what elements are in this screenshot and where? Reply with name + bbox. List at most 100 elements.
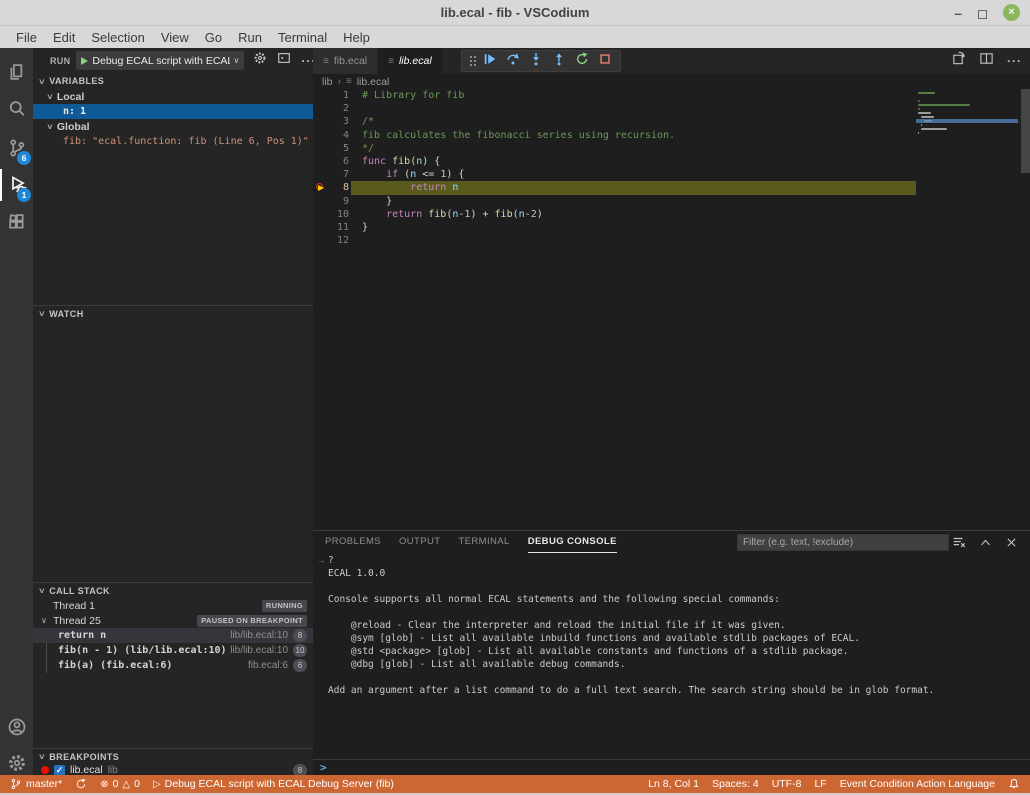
breadcrumb[interactable]: lib › ≡ lib.ecal [313,74,1030,89]
problems-status[interactable]: ⊗ 0 △ 0 [100,778,140,790]
start-debug-icon[interactable] [81,57,88,65]
variables-section-header[interactable]: ∨ VARIABLES [33,73,313,89]
console-line [313,581,1030,594]
gutter[interactable] [313,155,329,168]
split-editor-icon[interactable] [979,51,994,71]
menu-item-help[interactable]: Help [335,28,378,47]
gutter[interactable] [313,168,329,181]
callstack-frame[interactable]: fib(a) (fib.ecal:6)fib.ecal:66 [33,658,313,673]
restore-button[interactable] [978,10,987,19]
call-stack-section-header[interactable]: ∨ CALL STACK [33,582,313,598]
console-filter-input[interactable] [737,534,949,551]
source-control-icon[interactable]: 6 [0,132,33,164]
search-icon[interactable] [0,93,33,125]
gutter[interactable] [313,89,329,102]
scope-local[interactable]: ∨ Local [33,89,313,104]
callstack-thread[interactable]: Thread 1RUNNING [33,598,313,613]
cursor-position-status[interactable]: Ln 8, Col 1 [648,778,699,790]
breadcrumb-folder[interactable]: lib [322,76,333,88]
debug-console-icon[interactable] [277,51,291,70]
close-button[interactable]: × [1003,4,1020,21]
step-into-button[interactable] [529,52,543,71]
watch-section-header[interactable]: ∨ WATCH [33,305,313,321]
language-mode-status[interactable]: Event Condition Action Language [840,778,995,790]
accounts-icon[interactable] [0,711,33,743]
breakpoint-folder: lib [108,765,118,776]
menu-item-terminal[interactable]: Terminal [270,28,335,47]
continue-button[interactable] [483,52,497,71]
editor-tab-bar: ≡fib.ecal≡lib.ecal [313,48,1030,74]
panel-tab-terminal[interactable]: TERMINAL [458,531,509,553]
callstack-frame[interactable]: return nlib/lib.ecal:108 [33,628,313,643]
debug-session-status[interactable]: ▷ Debug ECAL script with ECAL Debug Serv… [153,778,394,790]
code-line[interactable]: 10 return fib(n-1) + fib(n-2) [313,208,1030,221]
launch-config-dropdown[interactable]: Debug ECAL script with ECAL D ∨ [76,51,244,70]
editor-scrollbar[interactable] [1021,89,1030,173]
tab-fib.ecal[interactable]: ≡fib.ecal [313,48,378,74]
code-line[interactable]: 5*/ [313,142,1030,155]
code-line[interactable]: 6func fib(n) { [313,155,1030,168]
panel-tab-debug-console[interactable]: DEBUG CONSOLE [528,531,617,553]
code-line[interactable]: 12 [313,234,1030,247]
variables-title: VARIABLES [49,76,104,86]
breakpoints-section-header[interactable]: ∨ BREAKPOINTS [33,748,313,764]
minimap[interactable] [918,92,1018,140]
callstack-frame[interactable]: fib(n - 1) (lib/lib.ecal:10)lib/lib.ecal… [33,643,313,658]
breadcrumb-file[interactable]: lib.ecal [357,76,390,88]
panel-tab-output[interactable]: OUTPUT [399,531,440,553]
code-line[interactable]: 8 return n [313,181,1030,194]
minimize-button[interactable]: – [954,5,962,21]
menu-item-run[interactable]: Run [230,28,270,47]
stop-button[interactable] [598,52,612,71]
gutter[interactable] [313,115,329,128]
gutter[interactable] [313,234,329,247]
restart-button[interactable] [575,52,589,71]
scope-global[interactable]: ∨ Global [33,119,313,134]
callstack-thread[interactable]: ∨Thread 25PAUSED ON BREAKPOINT [33,613,313,628]
thread-status-badge: RUNNING [262,600,307,612]
sync-status[interactable] [75,778,87,790]
gutter[interactable] [313,129,329,142]
variable-fib[interactable]: fib: "ecal.function: fib (Line 6, Pos 1)… [33,134,313,149]
clear-console-icon[interactable] [952,535,966,554]
drag-grip-icon[interactable] [470,56,472,58]
configure-gear-icon[interactable] [253,51,267,70]
panel-tab-problems[interactable]: PROBLEMS [325,531,381,553]
explorer-icon[interactable] [0,56,33,88]
breakpoint-checkbox[interactable]: ✓ [54,765,65,776]
indentation-status[interactable]: Spaces: 4 [712,778,759,790]
editor-more-actions-icon[interactable]: ··· [1007,54,1022,68]
code-line[interactable]: 7 if (n <= 1) { [313,168,1030,181]
run-and-debug-icon[interactable]: 1 [0,169,33,201]
step-over-button[interactable] [506,52,520,71]
gutter[interactable] [313,208,329,221]
menu-item-go[interactable]: Go [197,28,230,47]
breakpoint-current-gutter[interactable] [313,181,329,194]
eol-status[interactable]: LF [814,778,826,790]
maximize-panel-icon[interactable] [979,536,992,554]
code-line[interactable]: 11} [313,221,1030,234]
close-panel-icon[interactable] [1005,536,1018,554]
gutter[interactable] [313,221,329,234]
menu-item-selection[interactable]: Selection [83,28,152,47]
menu-item-edit[interactable]: Edit [45,28,83,47]
step-out-button[interactable] [552,52,566,71]
encoding-status[interactable]: UTF-8 [772,778,802,790]
console-input-row[interactable]: > [313,759,1030,774]
editor-layout-icon[interactable] [951,51,966,71]
gutter[interactable] [313,142,329,155]
tab-lib.ecal[interactable]: ≡lib.ecal [378,48,443,74]
code-line[interactable]: 9 } [313,195,1030,208]
status-bar: master* ⊗ 0 △ 0 ▷ Debug ECAL script with… [0,775,1030,793]
notifications-bell-icon[interactable] [1008,778,1020,790]
menu-item-file[interactable]: File [8,28,45,47]
menu-item-view[interactable]: View [153,28,197,47]
chevron-down-icon: ∨ [38,309,46,318]
debug-toolbar [461,50,621,72]
code-editor[interactable]: 1# Library for fib23/*4fib calculates th… [313,89,1030,530]
extensions-icon[interactable] [0,206,33,238]
branch-status[interactable]: master* [10,778,62,790]
gutter[interactable] [313,195,329,208]
variable-n[interactable]: n: 1 [33,104,313,119]
gutter[interactable] [313,102,329,115]
